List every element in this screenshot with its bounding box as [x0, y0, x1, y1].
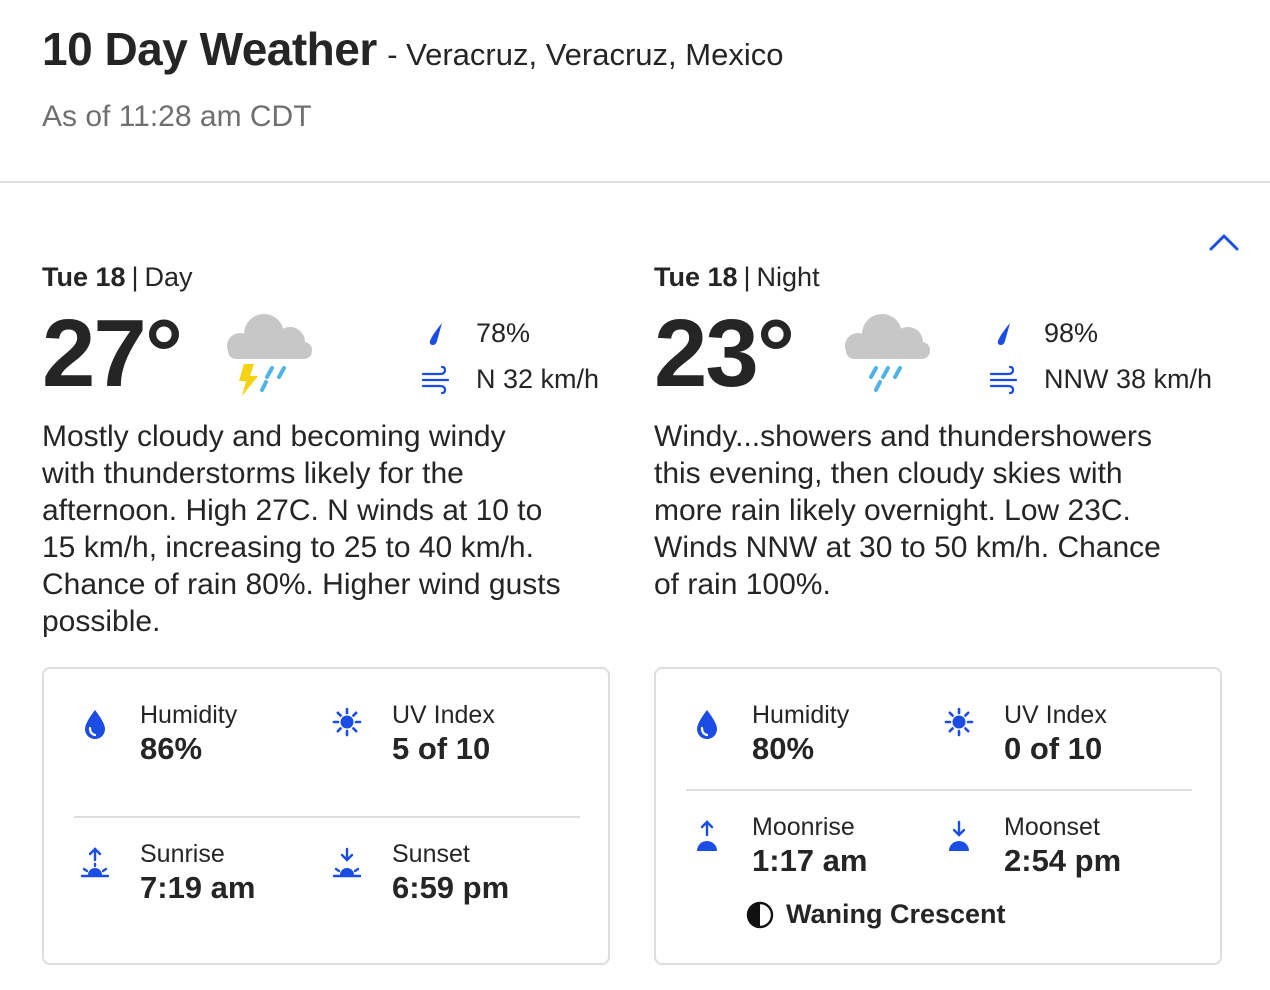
uv-value: 5 of 10: [392, 731, 491, 766]
sunset-label: Sunset: [392, 840, 470, 868]
wind-value: N 32 km/h: [476, 363, 600, 394]
raindrop-icon: [420, 317, 452, 349]
day-period-panel: Tue 18 | Day 27° 78% N 32 km/h Mostly cl…: [42, 262, 612, 965]
details-card: Humidity 80% UV Index 0 of 10 Moonrise 1…: [654, 667, 1222, 965]
moonset-label: Moonset: [1004, 813, 1100, 841]
chevron-up-icon: [1209, 234, 1239, 251]
forecast-narrative: Mostly cloudy and becoming windy with th…: [42, 420, 561, 638]
thunderstorm-icon: [227, 314, 312, 396]
period-stats: 98% NNW 38 km/h: [988, 310, 1212, 402]
humidity-label: Humidity: [752, 701, 850, 729]
period-date: Tue 18: [42, 262, 126, 292]
humidity-value: 80%: [752, 731, 815, 766]
uv-sun-icon: [944, 707, 974, 737]
location-name: - Veracruz, Veracruz, Mexico: [387, 37, 784, 72]
wind-icon: [988, 363, 1020, 395]
humidity-label: Humidity: [140, 701, 238, 729]
as-of-timestamp: As of 11:28 am CDT: [42, 100, 312, 133]
precip-stat: 78%: [420, 310, 599, 356]
raindrop-icon: [988, 317, 1020, 349]
page-title: 10 Day Weather: [42, 23, 377, 75]
wind-stat: NNW 38 km/h: [988, 356, 1212, 402]
sunset-icon: [332, 847, 362, 878]
wind-stat: N 32 km/h: [420, 356, 599, 402]
sunset-value: 6:59 pm: [392, 870, 510, 905]
sunrise-value: 7:19 am: [140, 870, 256, 905]
rain-icon: [845, 314, 930, 392]
moon-phase: Waning Crescent: [746, 899, 1006, 930]
temperature: 27°: [42, 300, 183, 407]
wind-value: NNW 38 km/h: [1044, 363, 1213, 394]
humidity-icon: [697, 710, 717, 739]
collapse-button[interactable]: [1206, 228, 1242, 256]
period-label: Day: [144, 262, 193, 292]
sunrise-label: Sunrise: [140, 840, 225, 868]
uv-label: UV Index: [1004, 701, 1107, 729]
period-separator: |: [743, 262, 751, 292]
period-heading: Tue 18 | Day: [42, 262, 612, 296]
details-divider: [686, 789, 1192, 791]
sunrise-icon: [80, 847, 110, 878]
period-separator: |: [131, 262, 139, 292]
moonset-icon: [949, 820, 969, 851]
moon-phase-label: Waning Crescent: [786, 899, 1006, 929]
details-divider: [74, 816, 580, 818]
period-stats: 78% N 32 km/h: [420, 310, 599, 402]
uv-sun-icon: [332, 707, 362, 737]
forecast-narrative: Windy...showers and thundershowers this …: [654, 420, 1161, 601]
precip-value: 78%: [476, 317, 531, 348]
humidity-value: 86%: [140, 731, 203, 766]
title-row: 10 Day Weather - Veracruz, Veracruz, Mex…: [42, 22, 783, 76]
moonrise-label: Moonrise: [752, 813, 855, 841]
humidity-icon: [85, 710, 105, 739]
precip-stat: 98%: [988, 310, 1212, 356]
uv-value: 0 of 10: [1004, 731, 1103, 766]
wind-icon: [420, 363, 452, 395]
moonset-value: 2:54 pm: [1004, 843, 1122, 878]
page-header: 10 Day Weather - Veracruz, Veracruz, Mex…: [0, 0, 1270, 183]
details-card: Humidity 86% UV Index 5 of 10 Sunrise 7:…: [42, 667, 610, 965]
period-label: Night: [756, 262, 820, 292]
waning-crescent-icon: [746, 901, 774, 928]
temperature: 23°: [654, 300, 795, 407]
precip-value: 98%: [1044, 317, 1099, 348]
period-heading: Tue 18 | Night: [654, 262, 1224, 296]
night-period-panel: Tue 18 | Night 23° 98% NNW 38 km/h Windy…: [654, 262, 1224, 965]
moonrise-icon: [697, 820, 717, 851]
uv-label: UV Index: [392, 701, 495, 729]
period-date: Tue 18: [654, 262, 738, 292]
moonrise-value: 1:17 am: [752, 843, 868, 878]
